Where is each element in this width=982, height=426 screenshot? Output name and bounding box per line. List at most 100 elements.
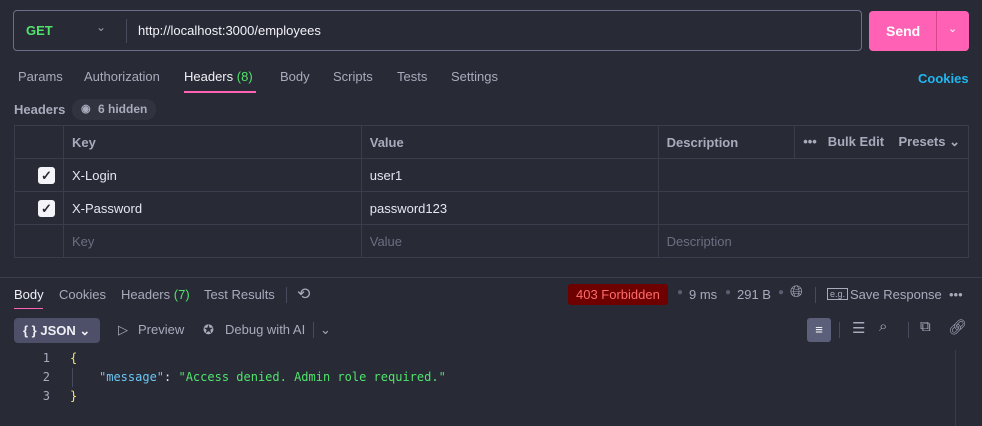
- key-cell[interactable]: X-Login: [63, 158, 362, 192]
- send-label: Send: [886, 23, 921, 39]
- headers-table: Key Value Description ••• Bulk Edit Pres…: [14, 125, 970, 258]
- separator-dot: ●: [677, 287, 684, 298]
- json-colon: :: [164, 370, 179, 384]
- line-number: 1: [42, 351, 50, 365]
- divider: [815, 287, 816, 303]
- tab-label: Headers: [121, 287, 171, 302]
- response-time[interactable]: 9 ms: [689, 287, 717, 302]
- column-description: Description: [657, 125, 795, 159]
- value-cell[interactable]: user1: [360, 158, 659, 192]
- divider: [126, 19, 127, 43]
- code-brace-close: }: [70, 389, 78, 403]
- format-dropdown[interactable]: { } JSON ⌄: [14, 318, 100, 343]
- line-number: 2: [42, 370, 50, 384]
- globe-icon[interactable]: 🌐︎: [790, 284, 803, 302]
- tab-params[interactable]: Params: [18, 69, 63, 84]
- link-icon[interactable]: 🔗︎: [948, 318, 967, 336]
- history-icon[interactable]: ⟲: [297, 284, 310, 304]
- tab-scripts[interactable]: Scripts: [333, 69, 373, 84]
- table-actions: ••• Bulk Edit Presets ⌄: [794, 125, 969, 159]
- code-line: "message": "Access denied. Admin role re…: [99, 370, 446, 384]
- response-tab-test-results[interactable]: Test Results: [204, 287, 275, 302]
- send-button[interactable]: Send ⌄: [869, 11, 969, 51]
- row-checkbox-cell: [14, 224, 64, 258]
- table-header: Key Value Description ••• Bulk Edit Pres…: [14, 125, 969, 159]
- response-tab-cookies[interactable]: Cookies: [59, 287, 106, 302]
- filter-icon[interactable]: ☰: [852, 319, 865, 337]
- description-cell[interactable]: [657, 191, 970, 225]
- chevron-down-icon[interactable]: ⌄: [96, 20, 106, 34]
- debug-with-ai-button[interactable]: Debug with AI: [225, 322, 305, 337]
- url-input[interactable]: http://localhost:3000/employees: [138, 23, 321, 38]
- key-input[interactable]: Key: [63, 224, 362, 258]
- json-key: "message": [99, 370, 165, 384]
- format-label: JSON: [40, 323, 76, 338]
- checkbox-checked[interactable]: ✓: [38, 199, 55, 217]
- search-icon[interactable]: ⌕: [879, 318, 887, 335]
- divider: [839, 322, 840, 338]
- more-icon[interactable]: •••: [949, 287, 963, 302]
- hidden-headers-toggle[interactable]: ◉ 6 hidden: [72, 99, 156, 120]
- method-select[interactable]: GET: [26, 23, 53, 38]
- ai-icon: ✪: [203, 322, 214, 337]
- description-input[interactable]: Description: [657, 224, 970, 258]
- url-bar: GET ⌄ http://localhost:3000/employees: [13, 10, 862, 51]
- tab-label: Headers: [184, 69, 234, 84]
- column-value: Value: [360, 125, 659, 159]
- save-response-button[interactable]: Save Response: [850, 287, 942, 302]
- active-tab-indicator: [184, 91, 256, 93]
- row-checkbox-cell: ✓: [14, 158, 64, 192]
- presets-dropdown[interactable]: Presets ⌄: [899, 134, 961, 149]
- column-key: Key: [63, 125, 362, 159]
- divider: [286, 287, 287, 303]
- status-badge[interactable]: 403 Forbidden: [568, 284, 668, 305]
- checkbox-checked[interactable]: ✓: [38, 166, 55, 184]
- scrollbar[interactable]: [955, 350, 956, 426]
- divider: [908, 322, 909, 338]
- response-size[interactable]: 291 B: [737, 287, 771, 302]
- description-cell[interactable]: [657, 158, 970, 192]
- row-checkbox-cell: ✓: [14, 191, 64, 225]
- tab-body[interactable]: Body: [280, 69, 310, 84]
- tab-settings[interactable]: Settings: [451, 69, 498, 84]
- response-tab-body[interactable]: Body: [14, 287, 44, 302]
- hidden-count: 6 hidden: [98, 102, 148, 116]
- tab-authorization[interactable]: Authorization: [84, 69, 160, 84]
- tab-headers[interactable]: Headers (8): [184, 69, 253, 84]
- line-number: 3: [42, 389, 50, 403]
- separator-dot: ●: [725, 287, 732, 298]
- headers-label: Headers: [14, 102, 66, 117]
- wrap-lines-icon[interactable]: ≡: [807, 318, 831, 342]
- response-tab-headers[interactable]: Headers (7): [121, 287, 190, 302]
- pane-divider[interactable]: [0, 277, 982, 278]
- checkbox-column: [14, 125, 64, 159]
- preview-button[interactable]: Preview: [138, 322, 184, 337]
- eye-icon: ◉: [81, 103, 91, 115]
- tab-tests[interactable]: Tests: [397, 69, 427, 84]
- value-input[interactable]: Value: [360, 224, 659, 258]
- table-row: ✓ X-Login user1: [14, 158, 970, 192]
- tab-count: (7): [173, 287, 190, 302]
- chevron-down-icon[interactable]: ⌄: [948, 22, 957, 35]
- value-cell[interactable]: password123: [360, 191, 659, 225]
- active-tab-indicator: [14, 308, 43, 309]
- indent-guide: [72, 368, 73, 387]
- key-cell[interactable]: X-Password: [63, 191, 362, 225]
- tab-count: (8): [236, 69, 253, 84]
- json-value: "Access denied. Admin role required.": [178, 370, 446, 384]
- chevron-down-icon[interactable]: ⌄: [320, 322, 331, 338]
- play-icon[interactable]: ▷: [118, 322, 128, 338]
- divider: [313, 322, 314, 338]
- bulk-edit-button[interactable]: Bulk Edit: [828, 134, 884, 149]
- save-response-icon: e.g.: [827, 288, 849, 300]
- table-row: ✓ X-Password password123: [14, 191, 970, 225]
- cookies-link[interactable]: Cookies: [918, 71, 969, 86]
- separator-dot: ●: [778, 287, 785, 298]
- code-brace-open: {: [70, 351, 78, 365]
- table-row-new: Key Value Description: [14, 224, 970, 258]
- divider: [936, 11, 937, 51]
- copy-icon[interactable]: ⧉: [920, 318, 931, 335]
- more-icon[interactable]: •••: [803, 134, 817, 149]
- braces-icon: { }: [23, 323, 37, 338]
- presets-label: Presets: [898, 134, 946, 149]
